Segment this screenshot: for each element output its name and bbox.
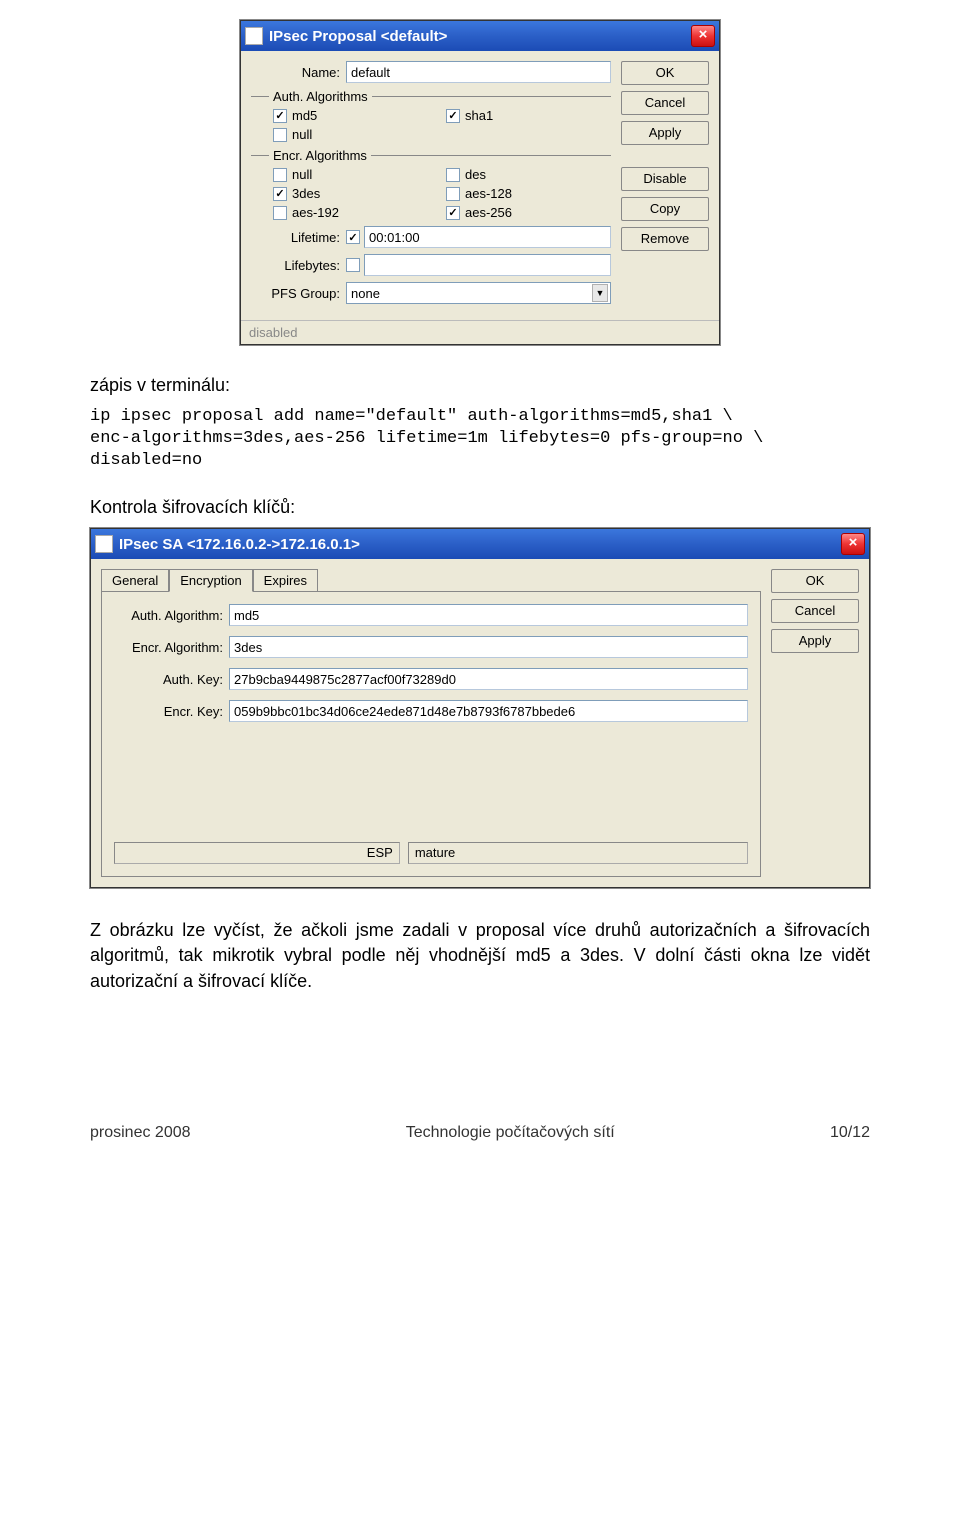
- chk-3des[interactable]: 3des: [273, 186, 438, 201]
- ok-button[interactable]: OK: [771, 569, 859, 593]
- pfs-label: PFS Group:: [251, 286, 346, 301]
- encr-key-label: Encr. Key:: [114, 704, 229, 719]
- chk-aes256[interactable]: aes-256: [446, 205, 611, 220]
- close-icon[interactable]: ×: [841, 533, 865, 555]
- window-title: IPsec SA <172.16.0.2->172.16.0.1>: [119, 536, 360, 553]
- body-paragraph: Z obrázku lze vyčíst, že ačkoli jsme zad…: [90, 918, 870, 994]
- window-title: IPsec Proposal <default>: [269, 28, 447, 45]
- name-input[interactable]: [346, 61, 611, 83]
- tab-expires[interactable]: Expires: [253, 569, 318, 592]
- lifetime-label: Lifetime:: [251, 230, 346, 245]
- footer-page: 10/12: [830, 1124, 870, 1142]
- apply-button[interactable]: Apply: [771, 629, 859, 653]
- chk-md5[interactable]: md5: [273, 108, 438, 123]
- heading-keys: Kontrola šifrovacích klíčů:: [90, 497, 870, 518]
- ok-button[interactable]: OK: [621, 61, 709, 85]
- encr-alg-input[interactable]: [229, 636, 748, 658]
- remove-button[interactable]: Remove: [621, 227, 709, 251]
- lifetime-checkbox[interactable]: [346, 230, 360, 244]
- code-block: ip ipsec proposal add name="default" aut…: [90, 406, 870, 472]
- disable-button[interactable]: Disable: [621, 167, 709, 191]
- tab-content: Auth. Algorithm: Encr. Algorithm: Auth. …: [101, 591, 761, 877]
- auth-key-input[interactable]: [229, 668, 748, 690]
- chk-aes128[interactable]: aes-128: [446, 186, 611, 201]
- encr-key-input[interactable]: [229, 700, 748, 722]
- footer-date: prosinec 2008: [90, 1124, 191, 1142]
- cancel-button[interactable]: Cancel: [621, 91, 709, 115]
- auth-alg-input[interactable]: [229, 604, 748, 626]
- footer-title: Technologie počítačových sítí: [406, 1124, 615, 1142]
- auth-key-label: Auth. Key:: [114, 672, 229, 687]
- chk-sha1[interactable]: sha1: [446, 108, 611, 123]
- chevron-down-icon: ▼: [592, 284, 608, 302]
- auth-group-label: Auth. Algorithms: [273, 89, 368, 104]
- chk-null-auth[interactable]: null: [273, 127, 438, 142]
- cancel-button[interactable]: Cancel: [771, 599, 859, 623]
- heading-terminal: zápis v terminálu:: [90, 375, 870, 396]
- status-state: mature: [408, 842, 748, 864]
- chk-des[interactable]: des: [446, 167, 611, 182]
- titlebar[interactable]: IPsec Proposal <default> ×: [241, 21, 719, 51]
- lifebytes-label: Lifebytes:: [251, 258, 346, 273]
- app-icon: [245, 27, 263, 45]
- app-icon: [95, 535, 113, 553]
- page-footer: prosinec 2008 Technologie počítačových s…: [90, 1124, 870, 1142]
- titlebar[interactable]: IPsec SA <172.16.0.2->172.16.0.1> ×: [91, 529, 869, 559]
- pfs-select[interactable]: none ▼: [346, 282, 611, 304]
- chk-null-encr[interactable]: null: [273, 167, 438, 182]
- encr-alg-label: Encr. Algorithm:: [114, 640, 229, 655]
- status-bar: disabled: [241, 320, 719, 344]
- name-label: Name:: [251, 65, 346, 80]
- auth-alg-label: Auth. Algorithm:: [114, 608, 229, 623]
- close-icon[interactable]: ×: [691, 25, 715, 47]
- tab-general[interactable]: General: [101, 569, 169, 592]
- apply-button[interactable]: Apply: [621, 121, 709, 145]
- ipsec-proposal-dialog: IPsec Proposal <default> × Name: Auth. A…: [240, 20, 720, 345]
- lifetime-input[interactable]: [364, 226, 611, 248]
- chk-aes192[interactable]: aes-192: [273, 205, 438, 220]
- status-protocol: ESP: [114, 842, 400, 864]
- tab-encryption[interactable]: Encryption: [169, 569, 252, 592]
- encr-group-label: Encr. Algorithms: [273, 148, 367, 163]
- lifebytes-checkbox[interactable]: [346, 258, 360, 272]
- ipsec-sa-dialog: IPsec SA <172.16.0.2->172.16.0.1> × Gene…: [90, 528, 870, 888]
- copy-button[interactable]: Copy: [621, 197, 709, 221]
- lifebytes-input[interactable]: [364, 254, 611, 276]
